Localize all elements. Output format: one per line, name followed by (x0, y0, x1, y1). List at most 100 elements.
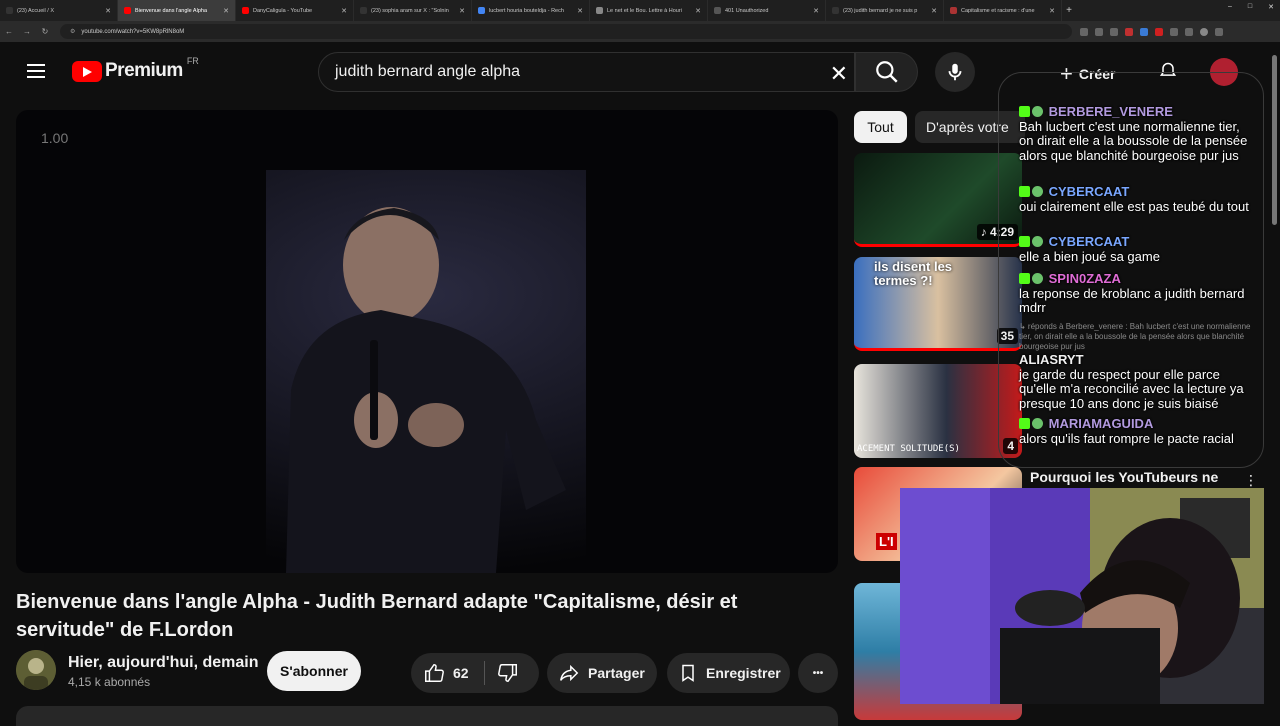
share-button[interactable]: Partager (547, 653, 657, 693)
chat-text: je garde du respect pour elle parce qu'e… (1019, 366, 1244, 411)
page-scrollbar[interactable] (1272, 55, 1277, 225)
kick-badge-icon (1019, 236, 1030, 247)
chat-message: ALIASRYT je garde du respect pour elle p… (1019, 352, 1253, 411)
save-button[interactable]: Enregistrer (667, 653, 790, 693)
close-icon[interactable]: ✕ (1049, 7, 1055, 15)
chat-username: MARIAMAGUIDA (1048, 416, 1154, 431)
dislike-icon[interactable] (497, 662, 519, 684)
channel-avatar-image (16, 650, 56, 690)
browser-tab[interactable]: (23) judith bernard je ne suis p ✕ (826, 0, 944, 21)
page-favicon-icon (714, 7, 721, 14)
emote-badge-icon (1032, 418, 1043, 429)
like-count: 62 (453, 665, 469, 681)
browser-tab[interactable]: Le net et le Bou. Lettre à Houri ✕ (590, 0, 708, 21)
related-video-thumbnail[interactable]: ils disent les termes ?! 35 (854, 257, 1022, 351)
clear-search-icon[interactable]: ✕ (830, 61, 848, 87)
close-icon[interactable]: ✕ (459, 7, 465, 15)
chat-message: CYBERCAAT elle a bien joué sa game (1019, 234, 1253, 264)
music-note-icon: ♪ (980, 225, 990, 239)
search-button[interactable] (855, 52, 918, 92)
extension-icon[interactable] (1125, 27, 1133, 36)
reload-icon[interactable]: ↻ (36, 27, 54, 36)
streamer-webcam (900, 488, 1264, 704)
more-options-icon[interactable]: ⋮ (1244, 472, 1258, 489)
page-favicon-icon (950, 7, 957, 14)
bookmark-star-icon[interactable] (1110, 27, 1118, 36)
emote-badge-icon (1032, 106, 1043, 117)
youtube-favicon-icon (242, 7, 249, 14)
emote-badge-icon (1032, 186, 1043, 197)
filter-chip-all[interactable]: Tout (854, 111, 907, 143)
chat-username: SPIN0ZAZA (1048, 271, 1121, 286)
browser-tab[interactable]: DanyCaligula - YouTube ✕ (236, 0, 354, 21)
like-icon[interactable] (423, 662, 445, 684)
url-bar[interactable]: ⚙ youtube.com/watch?v=5KW8pRlN8oM (60, 24, 1072, 39)
kick-badge-icon (1019, 273, 1030, 284)
chat-username: CYBERCAAT (1048, 184, 1130, 199)
video-player[interactable]: 1.00 (16, 110, 838, 573)
chat-reply-quote: ↳ réponds à Berbere_venere : Bah lucbert… (1019, 322, 1251, 351)
emote-badge-icon (1032, 236, 1043, 247)
close-icon[interactable]: ✕ (341, 7, 347, 15)
subscribe-button[interactable]: S'abonner (267, 651, 361, 691)
chat-message: SPIN0ZAZA la reponse de kroblanc a judit… (1019, 271, 1253, 316)
kick-badge-icon (1019, 186, 1030, 197)
extension-icon[interactable] (1170, 27, 1178, 36)
hamburger-menu-icon[interactable] (27, 64, 45, 78)
browser-menu-icon[interactable] (1215, 27, 1223, 36)
related-video-thumbnail[interactable]: ACEMENT SOLITUDE(S) 4 (854, 364, 1022, 458)
close-icon[interactable]: ✕ (105, 7, 111, 15)
more-actions-button[interactable]: ••• (798, 653, 838, 693)
maximize-button[interactable]: □ (1248, 3, 1252, 11)
kick-badge-icon (1019, 418, 1030, 429)
browser-tab[interactable]: lucbert houria bouteldja - Rech ✕ (472, 0, 590, 21)
related-video-title[interactable]: Pourquoi les YouTubeurs ne (1030, 469, 1218, 485)
video-title: Bienvenue dans l'angle Alpha - Judith Be… (16, 591, 738, 641)
extension-icon[interactable] (1080, 27, 1088, 36)
minimize-button[interactable]: – (1228, 3, 1232, 11)
extensions-area (1080, 27, 1223, 36)
x-favicon-icon (360, 7, 367, 14)
thumbnail-overlay-text: ils disent les termes ?! (874, 259, 953, 288)
profile-icon[interactable] (1200, 27, 1208, 36)
browser-tab[interactable]: (23) sophia aram sur X : "Solnin ✕ (354, 0, 472, 21)
new-tab-button[interactable]: + (1062, 5, 1076, 16)
close-icon[interactable]: ✕ (577, 7, 583, 15)
close-icon[interactable]: ✕ (695, 7, 701, 15)
video-frame-performer (266, 170, 586, 573)
forward-icon[interactable]: → (18, 27, 36, 36)
extension-icon[interactable] (1140, 27, 1148, 36)
close-icon[interactable]: ✕ (813, 7, 819, 15)
site-info-icon[interactable]: ⚙ (70, 28, 75, 35)
browser-tab[interactable]: (23) Accueil / X ✕ (0, 0, 118, 21)
chat-text: oui clairement elle est pas teubé du tou… (1019, 198, 1249, 214)
close-icon[interactable]: ✕ (931, 7, 937, 15)
browser-tab[interactable]: 401 Unauthorized ✕ (708, 0, 826, 21)
close-window-button[interactable]: ✕ (1268, 3, 1274, 11)
thumbnail-overlay-text: ACEMENT SOLITUDE(S) (857, 444, 960, 454)
youtube-premium-logo[interactable]: Premium FR (72, 56, 199, 82)
emote-badge-icon (1032, 273, 1043, 284)
webcam-image (900, 488, 1264, 704)
x-favicon-icon (832, 7, 839, 14)
zoom-icon[interactable] (1095, 27, 1103, 36)
close-icon[interactable]: ✕ (223, 7, 229, 15)
channel-name[interactable]: Hier, aujourd'hui, demain (68, 654, 259, 672)
browser-tab-active[interactable]: Bienvenue dans l'angle Alpha ✕ (118, 0, 236, 21)
share-icon (560, 664, 579, 682)
browser-tab-bar: (23) Accueil / X ✕ Bienvenue dans l'angle… (0, 0, 1280, 21)
related-video-thumbnail[interactable]: ♪ 4:29 (854, 153, 1022, 247)
back-icon[interactable]: ← (0, 27, 18, 36)
chat-message: CYBERCAAT oui clairement elle est pas te… (1019, 184, 1253, 214)
extensions-puzzle-icon[interactable] (1185, 27, 1193, 36)
x-favicon-icon (6, 7, 13, 14)
chat-text: alors qu'ils faut rompre le pacte racial (1019, 430, 1234, 446)
chat-text: Bah lucbert c'est une normalienne tier, … (1019, 118, 1248, 163)
chat-text: elle a bien joué sa game (1019, 248, 1160, 264)
browser-tab[interactable]: Capitalisme et racisme : d'une ✕ (944, 0, 1062, 21)
search-input[interactable]: judith bernard angle alpha ✕ (318, 52, 855, 92)
voice-search-button[interactable] (935, 52, 975, 92)
channel-avatar[interactable] (16, 650, 56, 690)
extension-icon[interactable] (1155, 27, 1163, 36)
description-box[interactable] (16, 706, 838, 726)
